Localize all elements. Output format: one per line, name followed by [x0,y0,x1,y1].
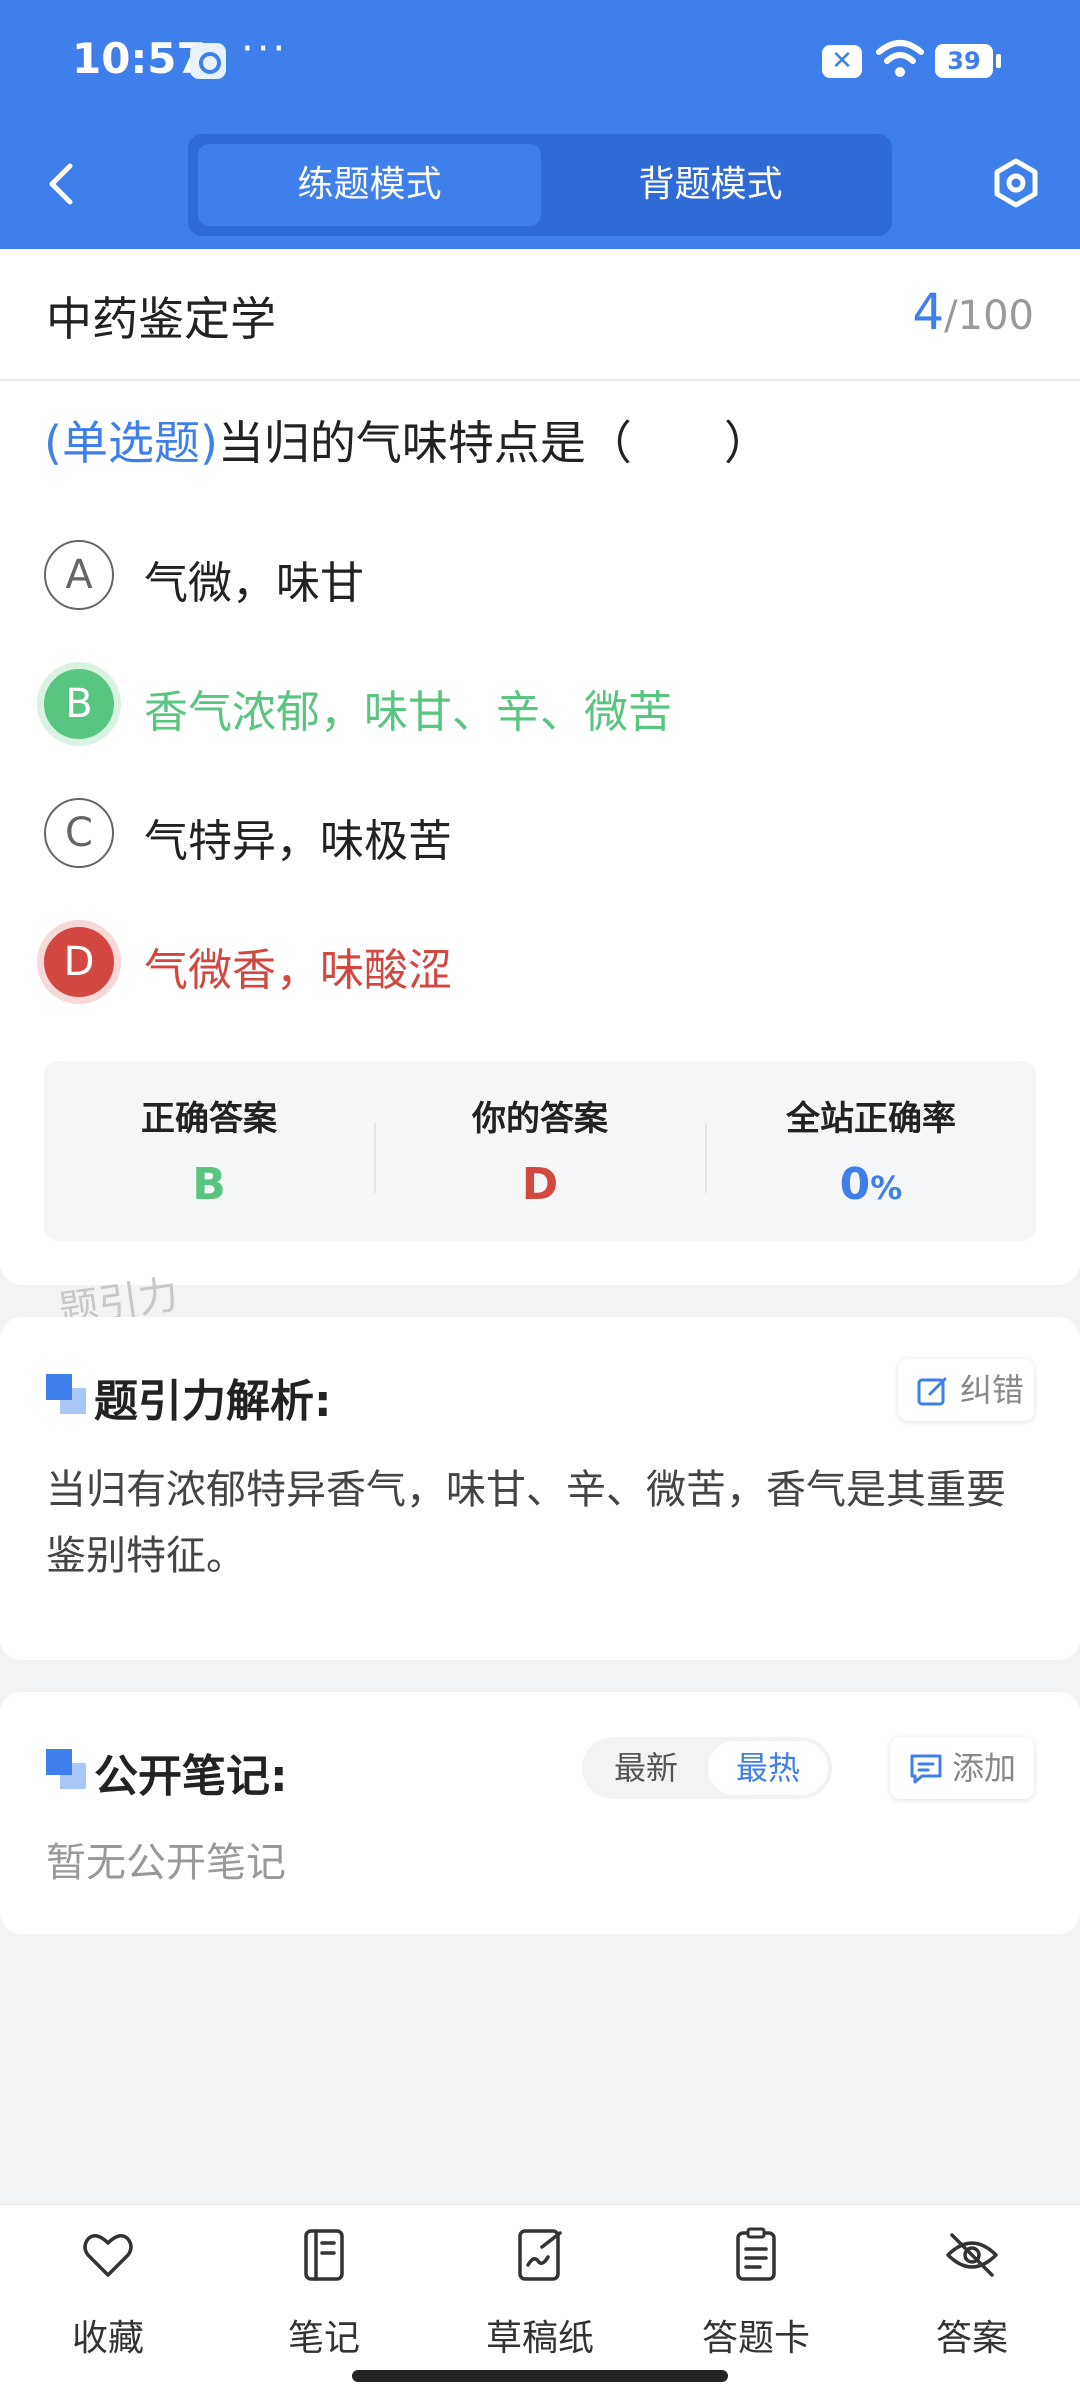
analysis-text: 当归有浓郁特异香气，味甘、辛、微苦，香气是其重要鉴别特征。 [46,1467,1006,1579]
option-d[interactable]: D 气微香，味酸涩 [44,922,1044,1002]
nav-favorite[interactable]: 收藏 [33,2227,183,2367]
nav-notes[interactable]: 笔记 [249,2227,399,2367]
eye-off-icon [946,2233,998,2277]
home-indicator[interactable] [352,2370,728,2382]
notes-card: 公开笔记: 最新 最热 添加 暂无公开笔记 [0,1692,1080,1934]
question-stem: 当归的气味特点是（ ） [217,416,770,470]
answer-summary: 正确答案 B 你的答案 D 全站正确率 0% [44,1061,1036,1241]
notes-sort-toggle: 最新 最热 [582,1737,832,1799]
tab-memorize-mode[interactable]: 背题模式 [539,144,882,226]
your-answer-col: 你的答案 D [375,1061,705,1241]
top-header: 10:57 ··· ✕ 39 练题模式 背题模式 [0,0,1080,249]
question-card: 中药鉴定学 4/100 (单选题)当归的气味特点是（ ） A 气微，味甘 B 香… [0,249,1080,1285]
option-c[interactable]: C 气特异，味极苦 [44,793,1044,873]
sort-newest[interactable]: 最新 [586,1741,706,1795]
option-a[interactable]: A 气微，味甘 [44,535,1044,615]
subject-title: 中药鉴定学 [46,292,276,346]
divider [0,379,1080,381]
option-letter: A [44,540,114,610]
option-text: 气特异，味极苦 [144,816,452,867]
notebook-icon [304,2229,344,2281]
accuracy-value: 0% [706,1159,1036,1210]
nav-label: 答案 [935,2318,1008,2359]
option-letter: D [44,927,114,997]
section-icon [46,1749,86,1789]
accuracy-col: 全站正确率 0% [706,1061,1036,1241]
report-error-label: 纠错 [960,1371,1025,1409]
wifi-icon [876,40,924,77]
battery-icon: 39 [935,44,1001,78]
question-progress: 4/100 [912,283,1034,341]
heart-icon [83,2234,133,2277]
nav-answer[interactable]: 答案 [897,2227,1047,2367]
option-text: 香气浓郁，味甘、辛、微苦 [144,687,672,738]
more-notifications-indicator: ··· [241,26,289,72]
nav-label: 收藏 [71,2318,144,2359]
mode-toggle: 练题模式 背题模式 [188,134,892,236]
analysis-title: 题引力解析: [94,1376,332,1427]
add-note-button[interactable]: 添加 [890,1737,1034,1799]
edit-icon [917,1377,947,1406]
section-icon [46,1374,86,1414]
comment-icon [910,1754,942,1784]
nav-label: 笔记 [287,2318,360,2359]
sort-hottest[interactable]: 最热 [708,1741,828,1795]
correct-answer-value: B [192,1159,226,1210]
correct-answer-label: 正确答案 [141,1099,277,1139]
nav-label: 草稿纸 [485,2318,594,2359]
settings-button[interactable] [990,157,1042,209]
analysis-card: 题引力解析: 纠错 当归有浓郁特异香气，味甘、辛、微苦，香气是其重要鉴别特征。 [0,1317,1080,1660]
notes-title: 公开笔记: [94,1751,288,1802]
add-note-label: 添加 [952,1749,1017,1787]
nav-answer-card[interactable]: 答题卡 [681,2227,831,2367]
tab-practice-mode[interactable]: 练题模式 [198,144,541,226]
app-notification-icon [190,43,226,79]
accuracy-number: 0 [839,1159,871,1210]
option-text: 气微香，味酸涩 [144,945,452,996]
back-button[interactable] [44,160,80,208]
option-text: 气微，味甘 [144,558,364,609]
option-b[interactable]: B 香气浓郁，味甘、辛、微苦 [44,664,1044,744]
nav-draft[interactable]: 草稿纸 [465,2227,615,2367]
correct-answer-col: 正确答案 B [44,1061,374,1241]
draft-icon [518,2229,562,2281]
your-answer-label: 你的答案 [472,1099,608,1139]
no-sim-icon: ✕ [822,45,862,78]
nav-label: 答题卡 [701,2318,810,2359]
status-time: 10:57 [72,34,206,83]
report-error-button[interactable]: 纠错 [898,1359,1034,1421]
total-questions: /100 [944,293,1034,339]
option-letter: C [44,798,114,868]
accuracy-unit: % [870,1169,903,1207]
notes-empty-text: 暂无公开笔记 [46,1840,286,1886]
question-text: (单选题)当归的气味特点是（ ） [44,407,1044,473]
current-question-number: 4 [912,283,945,341]
accuracy-label: 全站正确率 [786,1099,956,1139]
your-answer-value: D [521,1159,559,1210]
option-letter: B [44,669,114,739]
question-type: (单选题) [44,416,218,470]
answer-card-icon [736,2227,776,2281]
